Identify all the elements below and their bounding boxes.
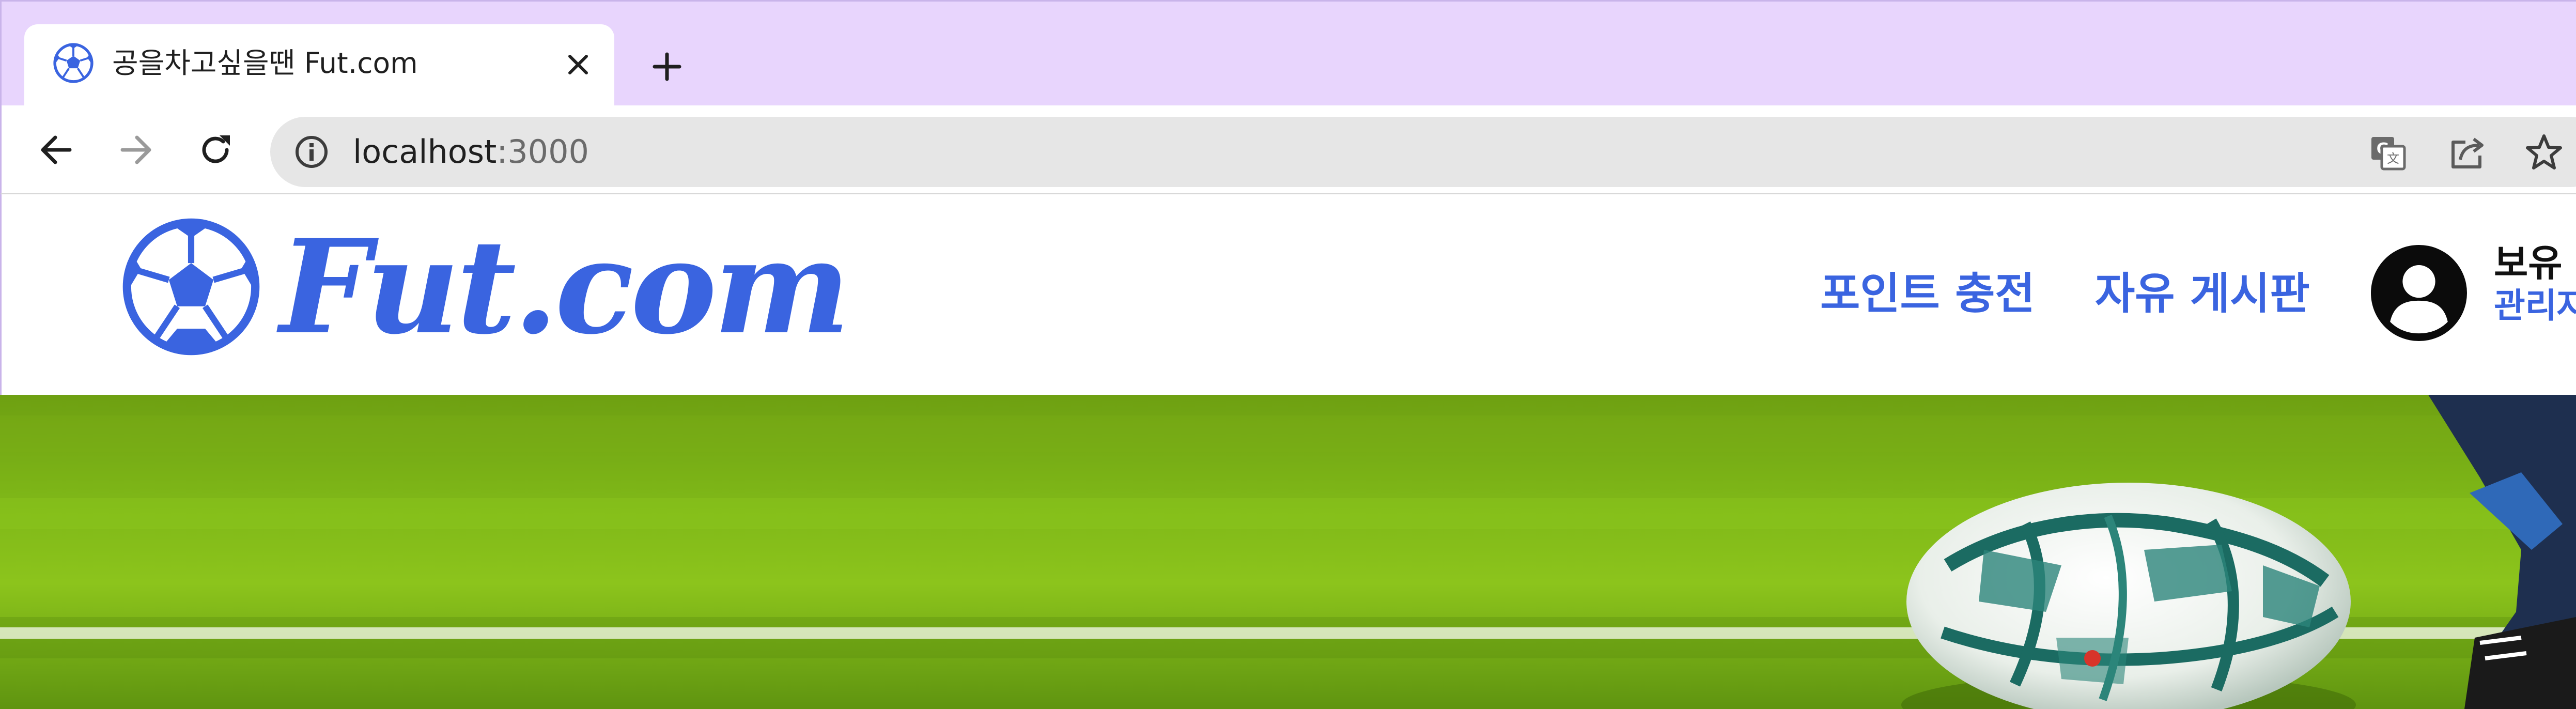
svg-text:文: 文 bbox=[2387, 151, 2399, 166]
soccer-ball-icon[interactable] bbox=[121, 217, 261, 357]
browser-tab-active[interactable]: 공을차고싶을땐 Fut.com bbox=[24, 24, 614, 107]
translate-icon[interactable]: G 文 bbox=[2368, 132, 2408, 173]
close-icon[interactable] bbox=[557, 44, 599, 85]
address-bar[interactable]: localhost:3000 G 文 bbox=[270, 117, 2576, 187]
nav-point-charge[interactable]: 포인트 충전 bbox=[1820, 268, 2035, 319]
arrow-left-icon[interactable] bbox=[32, 125, 81, 175]
plus-icon[interactable] bbox=[642, 42, 692, 91]
hero-banner bbox=[0, 395, 2576, 709]
tab-title: 공을차고싶을땐 Fut.com bbox=[112, 47, 418, 80]
user-role-label[interactable]: 관리자 bbox=[2494, 285, 2576, 327]
reload-icon[interactable] bbox=[191, 125, 240, 175]
soccer-ball-icon bbox=[53, 43, 94, 83]
browser-tab-strip: 공을차고싶을땐 Fut.com bbox=[0, 0, 2576, 107]
user-points-label: 보유 . bbox=[2494, 241, 2576, 285]
address-url[interactable]: localhost:3000 bbox=[353, 132, 589, 172]
soccer-field-image bbox=[0, 395, 2576, 709]
site-logo-text[interactable]: Fut.com bbox=[280, 212, 850, 362]
star-icon[interactable] bbox=[2524, 132, 2564, 173]
browser-toolbar: localhost:3000 G 文 bbox=[0, 105, 2576, 194]
site-header: Fut.com 포인트 충전 자유 게시판 보유 . 관리자 bbox=[0, 194, 2576, 395]
arrow-right-icon[interactable] bbox=[111, 125, 161, 175]
share-icon[interactable] bbox=[2447, 132, 2488, 173]
info-icon[interactable] bbox=[294, 134, 329, 169]
nav-free-board[interactable]: 자유 게시판 bbox=[2095, 268, 2310, 319]
url-port: :3000 bbox=[496, 133, 589, 171]
url-host: localhost bbox=[353, 133, 497, 171]
user-avatar-icon[interactable] bbox=[2371, 245, 2467, 341]
